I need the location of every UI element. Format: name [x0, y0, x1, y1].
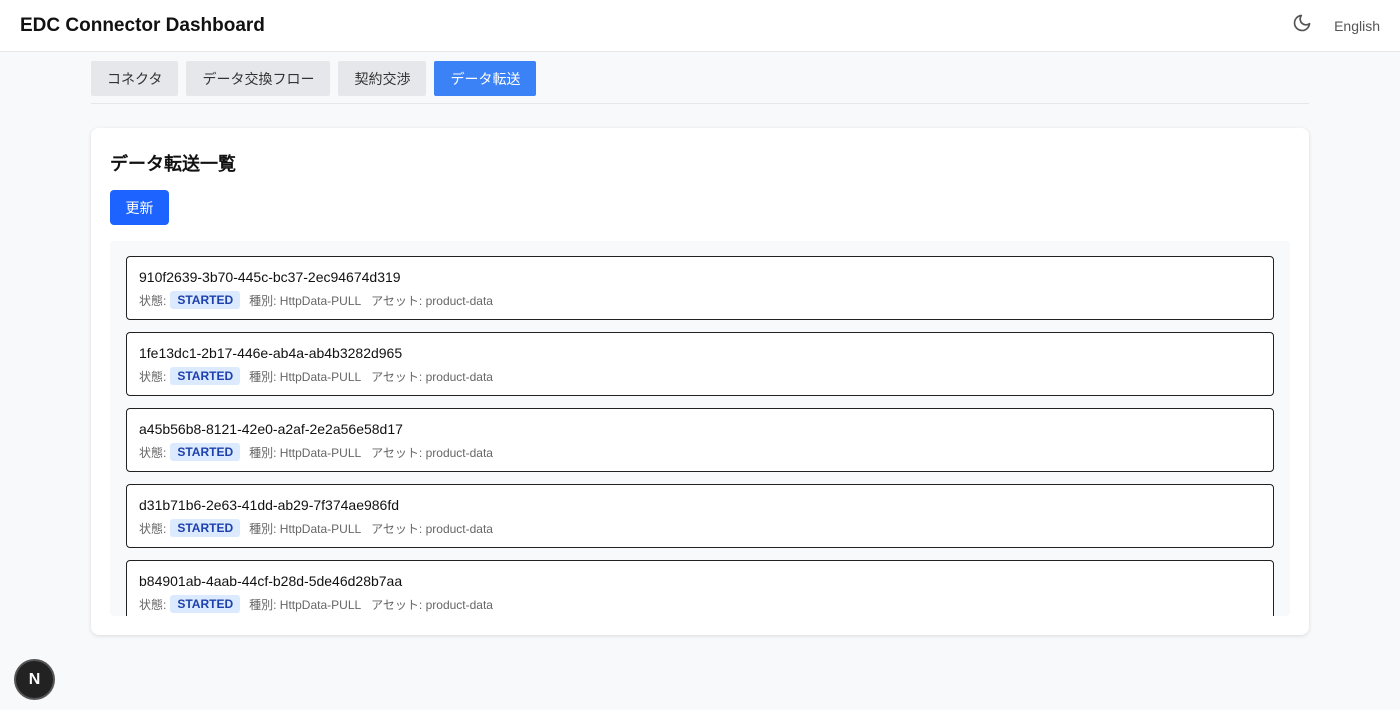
transfer-asset: アセット: product-data: [371, 445, 493, 460]
panel-title: データ転送一覧: [110, 154, 236, 174]
transfer-type: 種別: HttpData-PULL: [249, 445, 362, 460]
tab-data-transfer[interactable]: データ転送: [434, 61, 537, 96]
transfer-card[interactable]: 1fe13dc1-2b17-446e-ab4a-ab4b3282d965 状態:…: [126, 332, 1274, 396]
transfer-id: 1fe13dc1-2b17-446e-ab4a-ab4b3282d965: [139, 345, 403, 361]
language-toggle[interactable]: English: [1334, 18, 1380, 34]
transfer-asset: アセット: product-data: [371, 597, 493, 612]
transfer-id: b84901ab-4aab-44cf-b28d-5de46d28b7aa: [139, 573, 403, 589]
transfer-asset: アセット: product-data: [371, 521, 493, 536]
transfer-asset: アセット: product-data: [371, 293, 493, 308]
transfer-card[interactable]: a45b56b8-8121-42e0-a2af-2e2a56e58d17 状態:…: [126, 408, 1274, 472]
status-badge: STARTED: [170, 367, 241, 385]
moon-icon[interactable]: [1292, 13, 1312, 38]
transfer-asset: アセット: product-data: [371, 369, 493, 384]
transfer-id: a45b56b8-8121-42e0-a2af-2e2a56e58d17: [139, 421, 403, 437]
status-badge: STARTED: [170, 291, 241, 309]
state-label: 状態:: [139, 369, 167, 384]
state-label: 状態:: [139, 597, 167, 612]
state-label: 状態:: [139, 445, 167, 460]
transfer-id: d31b71b6-2e63-41dd-ab29-7f374ae986fd: [139, 497, 400, 513]
transfer-type: 種別: HttpData-PULL: [249, 597, 362, 612]
app-title: EDC Connector Dashboard: [20, 14, 265, 36]
status-badge: STARTED: [170, 443, 241, 461]
nextjs-dev-badge[interactable]: N: [16, 661, 53, 698]
transfer-panel: データ転送一覧 更新 910f2639-3b70-445c-bc37-2ec94…: [91, 128, 1309, 635]
transfer-type: 種別: HttpData-PULL: [249, 521, 362, 536]
status-badge: STARTED: [170, 595, 241, 613]
app-header: EDC Connector Dashboard English: [0, 0, 1400, 52]
transfer-id: 910f2639-3b70-445c-bc37-2ec94674d319: [139, 269, 401, 285]
transfer-type: 種別: HttpData-PULL: [249, 369, 362, 384]
transfer-type: 種別: HttpData-PULL: [249, 293, 362, 308]
refresh-button[interactable]: 更新: [110, 190, 169, 225]
transfer-card[interactable]: 910f2639-3b70-445c-bc37-2ec94674d319 状態:…: [126, 256, 1274, 320]
tab-contract-negotiation[interactable]: 契約交渉: [338, 61, 427, 96]
transfer-list[interactable]: 910f2639-3b70-445c-bc37-2ec94674d319 状態:…: [110, 241, 1290, 616]
tab-bar: コネクタ データ交換フロー 契約交渉 データ転送: [91, 61, 1309, 104]
state-label: 状態:: [139, 293, 167, 308]
state-label: 状態:: [139, 521, 167, 536]
transfer-card[interactable]: d31b71b6-2e63-41dd-ab29-7f374ae986fd 状態:…: [126, 484, 1274, 548]
status-badge: STARTED: [170, 519, 241, 537]
transfer-card[interactable]: b84901ab-4aab-44cf-b28d-5de46d28b7aa 状態:…: [126, 560, 1274, 616]
tab-connectors[interactable]: コネクタ: [91, 61, 179, 96]
tab-data-exchange-flow[interactable]: データ交換フロー: [186, 61, 331, 96]
